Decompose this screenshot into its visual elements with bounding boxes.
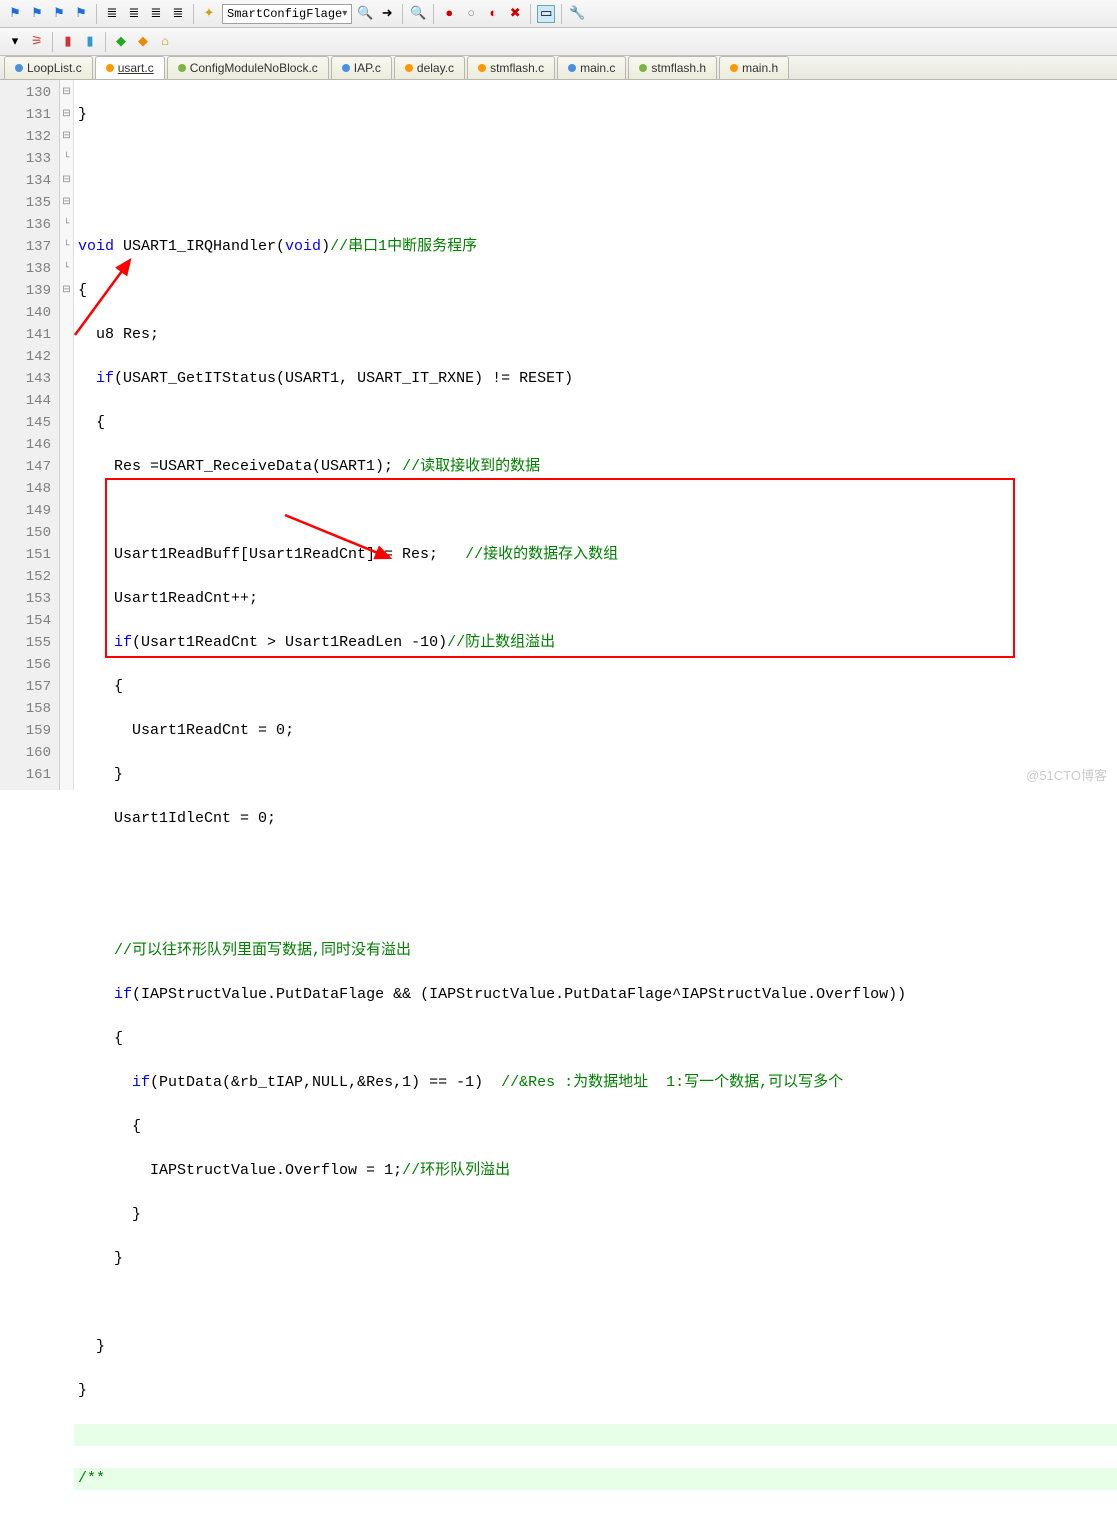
- fold-marker[interactable]: ⊟: [60, 280, 73, 302]
- fold-marker[interactable]: └: [60, 258, 73, 280]
- tab-looplist[interactable]: LoopList.c: [4, 56, 93, 79]
- watermark: @51CTO博客: [1026, 765, 1107, 784]
- bookmark-prev-icon[interactable]: ⚑: [28, 5, 46, 23]
- toolbar-row-1: ⚑ ⚑ ⚑ ⚑ ≣ ≣ ≣ ≣ ✦ SmartConfigFlage 🔍 ➜ 🔍…: [0, 0, 1117, 28]
- tab-iap[interactable]: IAP.c: [331, 56, 392, 79]
- symbol-combo[interactable]: SmartConfigFlage: [222, 4, 352, 24]
- separator: [402, 4, 403, 24]
- indent-icon[interactable]: ≣: [169, 5, 187, 23]
- tab-configmodule[interactable]: ConfigModuleNoBlock.c: [167, 56, 329, 79]
- tree-icon[interactable]: ⚞: [28, 33, 46, 51]
- wrench-icon[interactable]: 🔧: [568, 5, 586, 23]
- find-icon[interactable]: 🔍: [356, 5, 374, 23]
- file-icon: [405, 64, 413, 72]
- outdent-icon[interactable]: ≣: [147, 5, 165, 23]
- fold-marker[interactable]: ⊟: [60, 170, 73, 192]
- file-icon: [730, 64, 738, 72]
- file-icon: [178, 64, 186, 72]
- bookmark-flag-icon[interactable]: ⚑: [6, 5, 24, 23]
- fold-marker[interactable]: ⊟: [60, 126, 73, 148]
- toolbar-row-2: ▾ ⚞ ▮ ▮ ◆ ◆ ⌂: [0, 28, 1117, 56]
- separator: [105, 32, 106, 52]
- separator: [530, 4, 531, 24]
- combo-value: SmartConfigFlage: [227, 7, 342, 21]
- tab-main-c[interactable]: main.c: [557, 56, 626, 79]
- indent-right-icon[interactable]: ≣: [125, 5, 143, 23]
- separator: [96, 4, 97, 24]
- fold-marker[interactable]: ⊟: [60, 82, 73, 104]
- tab-usart[interactable]: usart.c: [95, 56, 165, 79]
- file-icon: [342, 64, 350, 72]
- code-editor[interactable]: 1301311321331341351361371381391401411421…: [0, 80, 1117, 790]
- code-area[interactable]: } void USART1_IRQHandler(void)//串口1中断服务程…: [74, 80, 1117, 790]
- separator: [561, 4, 562, 24]
- breakpoint-disable-icon[interactable]: ○: [462, 5, 480, 23]
- separator: [193, 4, 194, 24]
- fold-marker[interactable]: ⊟: [60, 192, 73, 214]
- bookmark-clear-icon[interactable]: ⚑: [72, 5, 90, 23]
- book-blue-icon[interactable]: ▮: [81, 33, 99, 51]
- book-red-icon[interactable]: ▮: [59, 33, 77, 51]
- search-icon[interactable]: 🔍: [409, 5, 427, 23]
- home-icon[interactable]: ⌂: [156, 33, 174, 51]
- find-next-icon[interactable]: ➜: [378, 5, 396, 23]
- breakpoint-toggle-icon[interactable]: ◐: [484, 5, 502, 23]
- window-icon[interactable]: ▭: [537, 5, 555, 23]
- line-gutter: 1301311321331341351361371381391401411421…: [0, 80, 60, 790]
- file-icon: [478, 64, 486, 72]
- separator: [433, 4, 434, 24]
- breakpoint-clear-icon[interactable]: ✖: [506, 5, 524, 23]
- file-icon: [106, 64, 114, 72]
- diamond-green-icon[interactable]: ◆: [112, 33, 130, 51]
- dropdown-icon[interactable]: ▾: [6, 33, 24, 51]
- file-icon: [15, 64, 23, 72]
- bookmark-next-icon[interactable]: ⚑: [50, 5, 68, 23]
- wand-icon[interactable]: ✦: [200, 5, 218, 23]
- breakpoint-icon[interactable]: ●: [440, 5, 458, 23]
- fold-marker[interactable]: ⊟: [60, 104, 73, 126]
- tab-delay[interactable]: delay.c: [394, 56, 465, 79]
- fold-marker[interactable]: └: [60, 236, 73, 258]
- editor-tabs: LoopList.c usart.c ConfigModuleNoBlock.c…: [0, 56, 1117, 80]
- file-icon: [639, 64, 647, 72]
- fold-marker[interactable]: └: [60, 214, 73, 236]
- separator: [52, 32, 53, 52]
- diamond-orange-icon[interactable]: ◆: [134, 33, 152, 51]
- fold-gutter: ⊟⊟⊟└⊟⊟└└└⊟: [60, 80, 74, 790]
- fold-marker[interactable]: └: [60, 148, 73, 170]
- file-icon: [568, 64, 576, 72]
- indent-left-icon[interactable]: ≣: [103, 5, 121, 23]
- tab-main-h[interactable]: main.h: [719, 56, 789, 79]
- tab-stmflash-h[interactable]: stmflash.h: [628, 56, 717, 79]
- tab-stmflash-c[interactable]: stmflash.c: [467, 56, 555, 79]
